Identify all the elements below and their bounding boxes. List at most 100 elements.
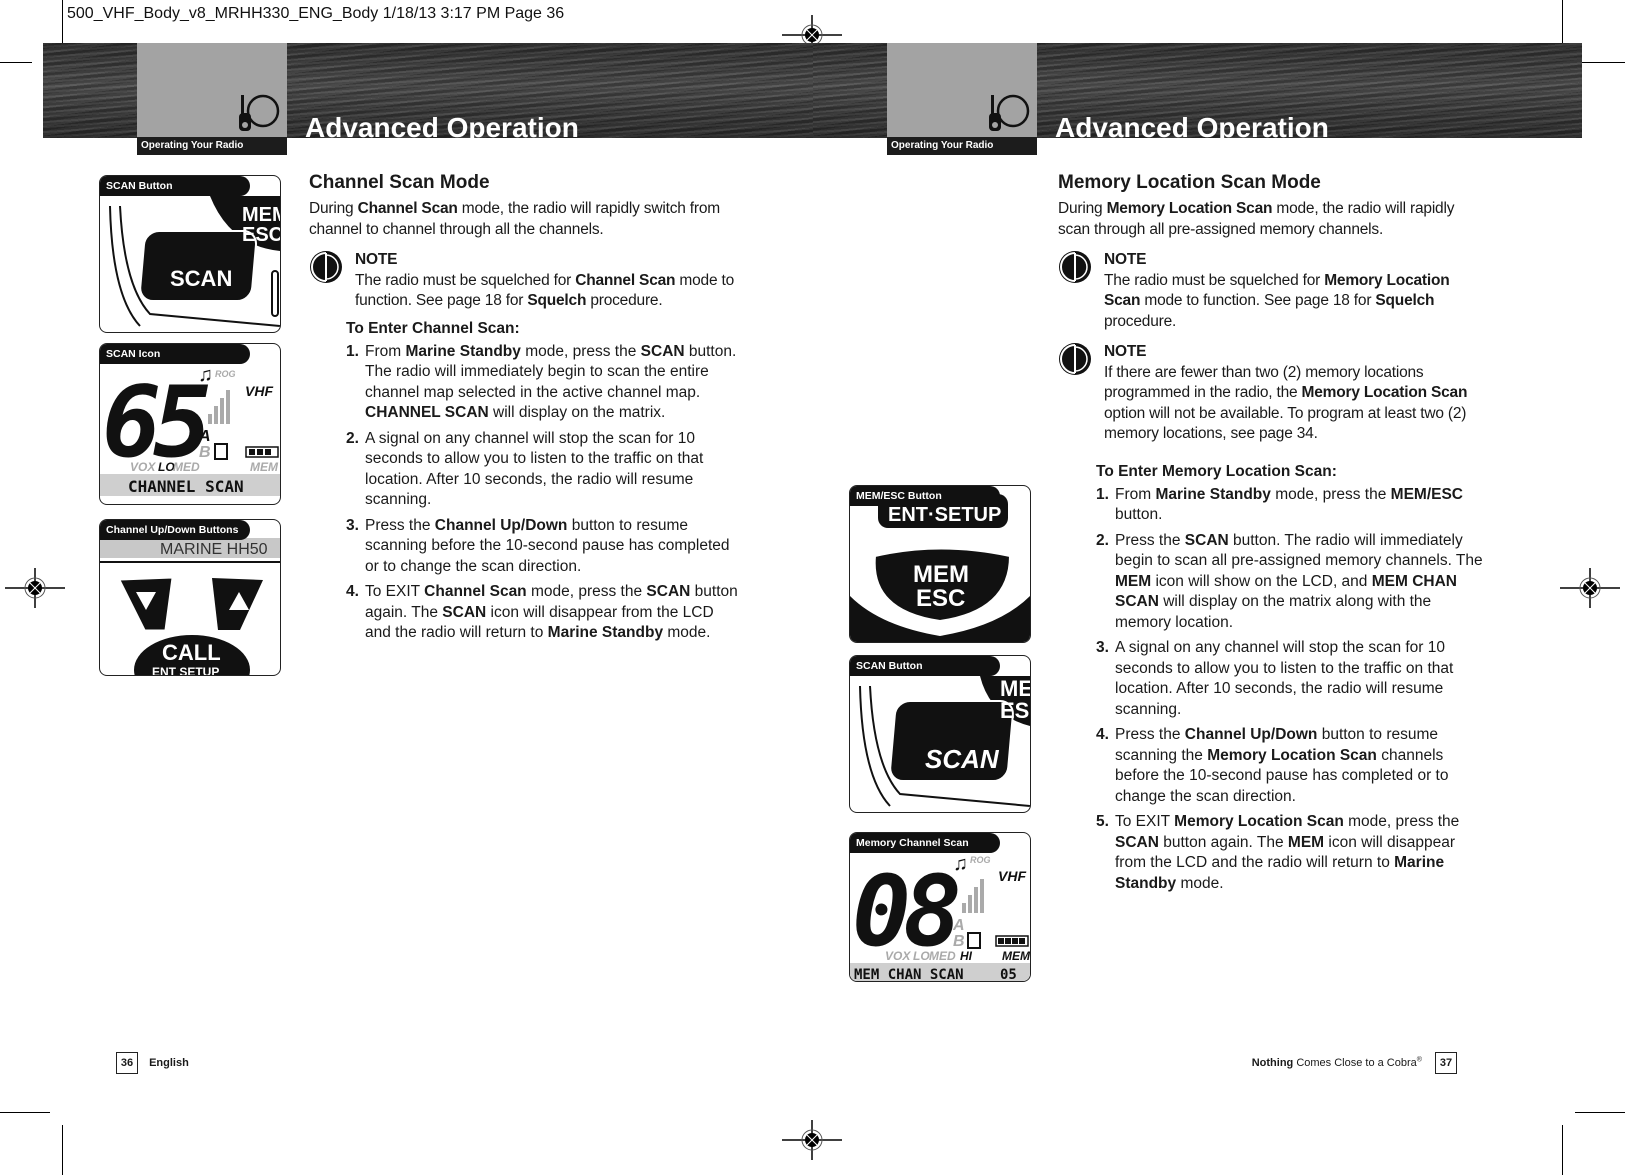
music-note-icon: ♫ bbox=[953, 853, 968, 875]
step-number: 4. bbox=[346, 583, 359, 600]
steps-title: To Enter Memory Location Scan: bbox=[1096, 462, 1337, 480]
scan-button-illustration: SCAN ME ES bbox=[859, 676, 1030, 807]
bold-term: Memory Location Scan bbox=[1174, 813, 1344, 830]
steps-list: 1. From Marine Standby mode, press the ME… bbox=[1096, 485, 1488, 895]
page-number: 37 bbox=[1435, 1052, 1457, 1074]
mem-esc-illustration: ENT·SETUP MEM ESC bbox=[850, 494, 1030, 642]
bold-term: Squelch bbox=[1375, 292, 1435, 309]
crop-mark bbox=[62, 0, 63, 48]
bold-term: Channel Scan bbox=[424, 583, 527, 600]
bold-term: SCAN bbox=[646, 583, 691, 600]
step-text: A signal on any channel will stop the sc… bbox=[1115, 639, 1454, 718]
note-label: NOTE bbox=[1104, 343, 1147, 360]
channel-buttons-illustration: MARINE HH50 CALL ENT SETUP bbox=[100, 538, 280, 675]
crop-mark bbox=[1575, 62, 1625, 63]
registration-mark-icon bbox=[782, 1120, 842, 1160]
figure-label: SCAN Button bbox=[100, 176, 250, 196]
scan-button-illustration: SCAN MEM ESC bbox=[109, 196, 280, 327]
lcd-matrix-text: MEM CHAN SCAN bbox=[854, 967, 964, 981]
step-item: 3. A signal on any channel will stop the … bbox=[1096, 638, 1488, 720]
print-slug: 500_VHF_Body_v8_MRHH330_ENG_Body 1/18/13… bbox=[67, 5, 565, 22]
esc-button-text: ESC bbox=[916, 585, 965, 612]
chapter-tab-label: Operating Your Radio bbox=[137, 137, 287, 155]
figure-label: MEM/ESC Button bbox=[850, 486, 1000, 506]
bold-term: SCAN bbox=[442, 603, 487, 621]
page-number: 36 bbox=[116, 1052, 138, 1074]
bold-term: Channel Up/Down bbox=[1184, 726, 1318, 743]
step-text: Press the Channel Up/Down button to resu… bbox=[1115, 726, 1449, 805]
med-icon: MED bbox=[173, 460, 200, 474]
bold-term: Squelch bbox=[527, 292, 587, 309]
crop-mark bbox=[62, 1125, 63, 1175]
mem-icon: MEM bbox=[250, 460, 279, 474]
note-text: If there are fewer than two (2) memory l… bbox=[1104, 363, 1468, 443]
step-number: 3. bbox=[346, 516, 359, 534]
step-number: 1. bbox=[346, 342, 359, 360]
bold-term: Marine Standby bbox=[1155, 485, 1271, 503]
bold-term: MEM CHAN SCAN bbox=[1115, 572, 1457, 611]
crop-mark bbox=[1562, 0, 1563, 48]
step-number: 2. bbox=[1096, 531, 1109, 549]
figure-channel-up-down: Channel Up/Down Buttons MARINE HH50 CALL… bbox=[99, 519, 281, 676]
step-text: Press the Channel Up/Down button to resu… bbox=[365, 516, 730, 575]
bold-term: Channel Scan bbox=[357, 200, 458, 217]
step-text: From Marine Standby mode, press the SCAN… bbox=[365, 342, 737, 422]
bold-term: CHANNEL SCAN bbox=[365, 404, 489, 421]
vox-icon: VOX bbox=[885, 949, 911, 963]
note-icon bbox=[1059, 343, 1091, 375]
step-text: From Marine Standby mode, press the MEM/… bbox=[1115, 485, 1463, 524]
note-label: NOTE bbox=[355, 251, 398, 268]
vhf-icon: VHF bbox=[998, 868, 1026, 884]
step-item: 4. To EXIT Channel Scan mode, press the S… bbox=[346, 582, 739, 644]
section-title: Advanced Operation bbox=[1055, 113, 1329, 139]
scan-button-text: SCAN bbox=[925, 744, 1000, 774]
bold-term: Marine Standby bbox=[405, 342, 521, 360]
ent-setup-text: ENT SETUP bbox=[152, 665, 219, 675]
figure-scan-icon-lcd: SCAN Icon 65 ♫ ROG VHF A B VOX LO MED ME… bbox=[99, 343, 281, 505]
med-icon: MED bbox=[929, 949, 956, 963]
registration-mark-icon bbox=[1560, 568, 1620, 608]
figure-label: SCAN Icon bbox=[100, 344, 250, 364]
section-heading: Channel Scan Mode bbox=[309, 172, 490, 193]
a-icon: A bbox=[198, 428, 211, 445]
figure-label: Memory Channel Scan bbox=[850, 833, 1000, 853]
figure-label: SCAN Button bbox=[850, 656, 1000, 676]
hi-icon: HI bbox=[960, 949, 973, 963]
mem-icon: MEM bbox=[1002, 949, 1030, 963]
step-number: 3. bbox=[1096, 639, 1109, 656]
footer-right: Nothing Comes Close to a Cobra® 37 bbox=[1252, 1052, 1457, 1074]
step-item: 5. To EXIT Memory Location Scan mode, pre… bbox=[1096, 812, 1488, 894]
crop-mark bbox=[0, 62, 32, 63]
step-item: 2. A signal on any channel will stop the … bbox=[346, 429, 739, 511]
registered-mark: ® bbox=[1416, 1056, 1422, 1064]
figure-memory-channel-scan-lcd: Memory Channel Scan 08 ♫ ROG VHF A B VOX… bbox=[849, 832, 1031, 982]
scan-button-text: SCAN bbox=[170, 266, 232, 291]
step-number: 2. bbox=[346, 429, 359, 447]
step-number: 4. bbox=[1096, 726, 1109, 743]
step-item: 2. Press the SCAN button. The radio will … bbox=[1096, 531, 1488, 634]
note-icon bbox=[310, 251, 342, 283]
tagline-bold: Nothing bbox=[1251, 1056, 1294, 1069]
intro-paragraph: During Memory Location Scan mode, the ra… bbox=[1058, 200, 1455, 238]
figure-scan-button: SCAN Button SCAN MEM ESC bbox=[99, 175, 281, 333]
intro-paragraph: During Channel Scan mode, the radio will… bbox=[309, 200, 720, 238]
bold-term: MEM bbox=[1287, 833, 1325, 851]
step-text: To EXIT Channel Scan mode, press the SCA… bbox=[365, 583, 738, 641]
step-item: 1. From Marine Standby mode, press the SC… bbox=[346, 342, 739, 424]
radio-icon bbox=[239, 94, 280, 131]
lcd-illustration: 08 ♫ ROG VHF A B VOX LO MED HI MEM MEM C… bbox=[850, 853, 1030, 981]
bold-term: Memory Location Scan bbox=[1301, 384, 1468, 401]
step-item: 3. Press the Channel Up/Down button to re… bbox=[346, 516, 739, 578]
vhf-icon: VHF bbox=[245, 383, 273, 399]
chapter-tab-right: Operating Your Radio bbox=[887, 43, 1037, 155]
steps-list: 1. From Marine Standby mode, press the SC… bbox=[346, 342, 739, 644]
music-note-icon: ♫ bbox=[198, 364, 213, 386]
footer-left: 36 English bbox=[116, 1052, 189, 1074]
bold-term: SCAN bbox=[640, 342, 685, 360]
step-item: 4. Press the Channel Up/Down button to re… bbox=[1096, 725, 1488, 807]
left-page-content: Channel Scan Mode During Channel Scan mo… bbox=[309, 172, 739, 649]
right-page-content: Memory Location Scan Mode During Memory … bbox=[1058, 172, 1488, 899]
bold-term: SCAN bbox=[1184, 531, 1229, 549]
esc-text: ES bbox=[1000, 698, 1029, 723]
section-heading: Memory Location Scan Mode bbox=[1058, 172, 1321, 193]
